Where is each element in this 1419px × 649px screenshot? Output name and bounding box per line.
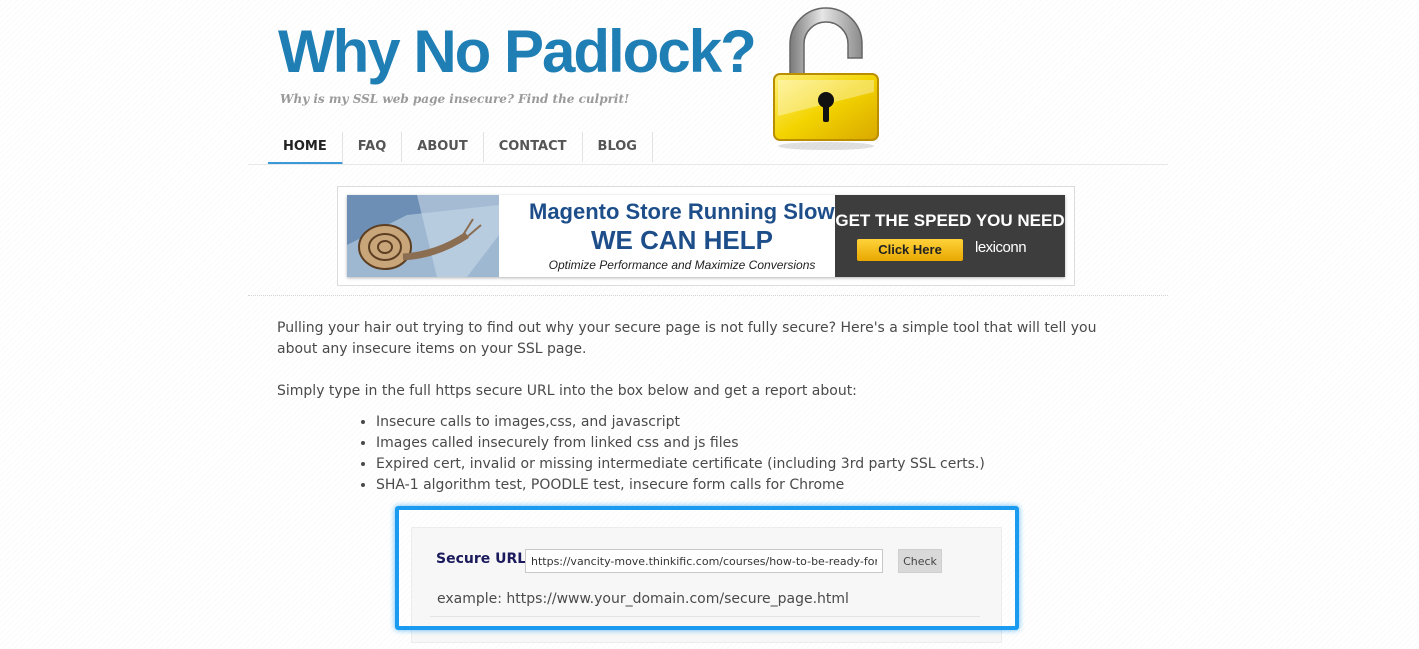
check-button[interactable]: Check — [898, 549, 942, 573]
banner-cta-panel: GET THE SPEED YOU NEED Click Here lexico… — [835, 195, 1065, 277]
secure-url-input[interactable] — [525, 549, 883, 573]
banner-click-here-button[interactable]: Click Here — [857, 239, 963, 261]
ad-banner[interactable]: Magento Store Running Slow? WE CAN HELP … — [347, 195, 1065, 277]
lexiconn-logo: lexiconn — [975, 239, 1027, 256]
banner-message: Magento Store Running Slow? WE CAN HELP … — [499, 195, 848, 277]
nav-item-home[interactable]: HOME — [268, 132, 343, 165]
site-title[interactable]: Why No Padlock? — [278, 14, 757, 90]
padlock-icon — [773, 7, 879, 150]
list-item: Images called insecurely from linked css… — [376, 433, 985, 454]
header-divider — [248, 164, 1168, 165]
intro-paragraph: Pulling your hair out trying to find out… — [277, 320, 1097, 357]
banner-tagline: Optimize Performance and Maximize Conver… — [548, 258, 816, 272]
banner-headline: Magento Store Running Slow? — [529, 199, 848, 224]
list-item: Expired cert, invalid or missing interme… — [376, 454, 985, 475]
banner-cta-title: GET THE SPEED YOU NEED — [835, 211, 1065, 230]
list-item: Insecure calls to images,css, and javasc… — [376, 412, 985, 433]
nav-item-about[interactable]: ABOUT — [402, 132, 484, 162]
feature-list: Insecure calls to images,css, and javasc… — [357, 412, 985, 496]
nav-item-blog[interactable]: BLOG — [583, 132, 653, 162]
example-url-text: example: https://www.your_domain.com/sec… — [437, 591, 849, 607]
site-tagline: Why is my SSL web page insecure? Find th… — [280, 92, 630, 106]
banner-subheadline: WE CAN HELP — [591, 225, 773, 255]
list-item: SHA-1 algorithm test, POODLE test, insec… — [376, 475, 985, 496]
snail-image — [347, 195, 499, 277]
nav-item-contact[interactable]: CONTACT — [484, 132, 583, 162]
panel-divider — [430, 616, 980, 617]
instructions-paragraph: Simply type in the full https secure URL… — [277, 383, 857, 399]
secure-url-label: Secure URL: — [436, 551, 532, 567]
snail-illustration — [347, 195, 499, 277]
content-divider — [248, 295, 1168, 296]
main-nav: HOME FAQ ABOUT CONTACT BLOG — [268, 132, 653, 165]
nav-item-faq[interactable]: FAQ — [343, 132, 403, 162]
